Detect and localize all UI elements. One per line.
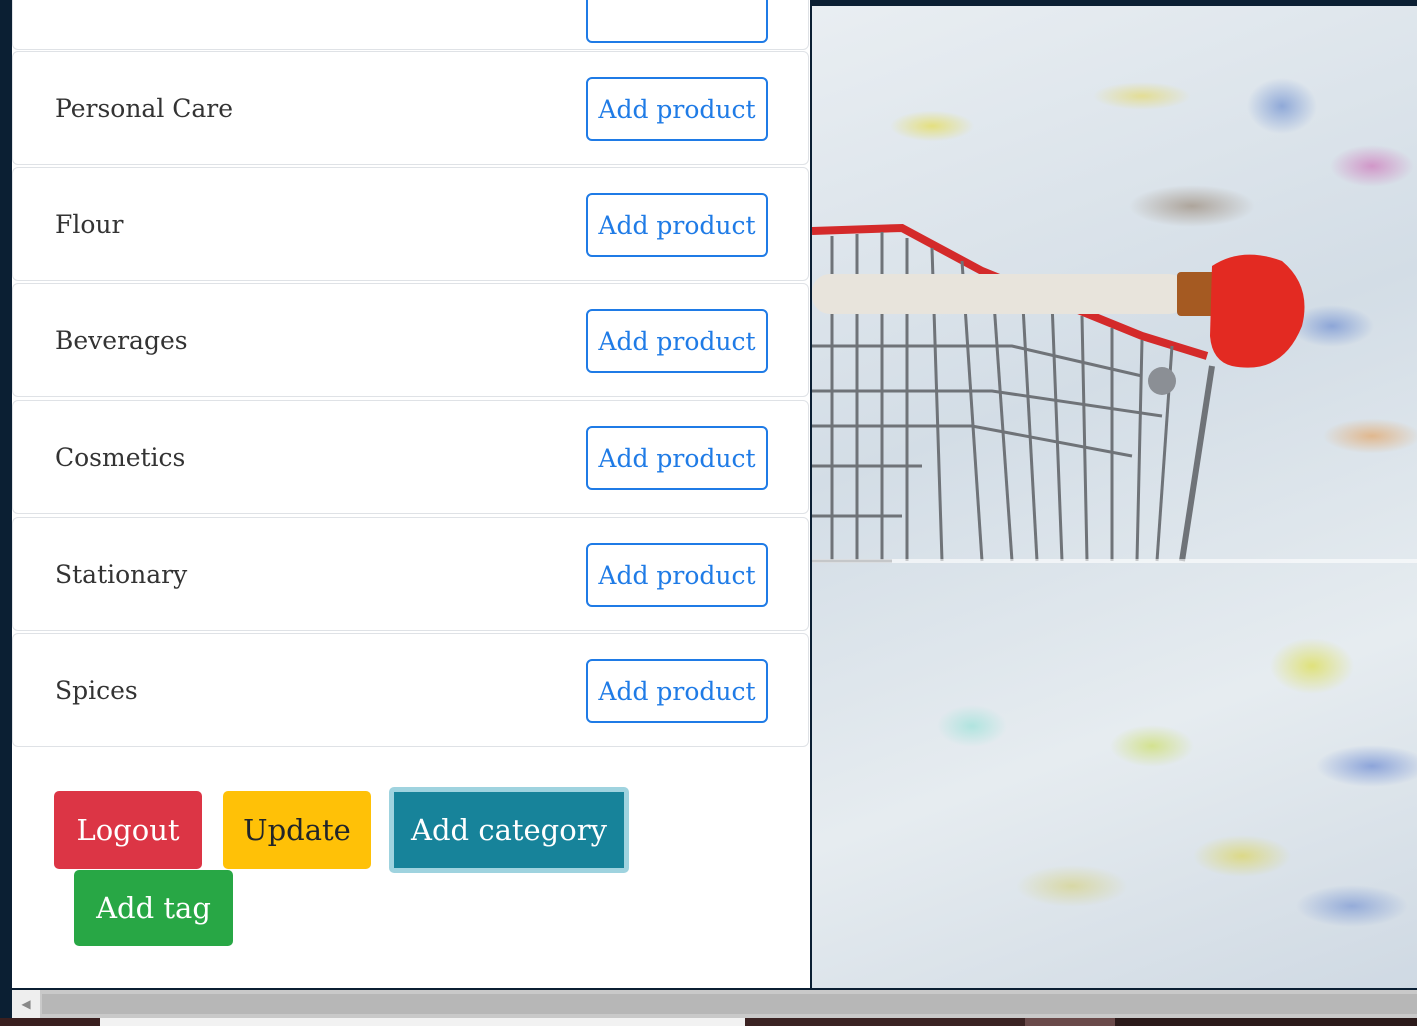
- taskbar-strip: [0, 1018, 1417, 1026]
- category-label: Flour: [55, 209, 124, 239]
- horizontal-scrollbar[interactable]: ◀: [12, 990, 1417, 1018]
- category-label: Personal Care: [55, 93, 234, 123]
- category-item-stationary: Stationary Add product: [12, 517, 809, 631]
- category-label: Stationary: [55, 559, 188, 589]
- add-product-button[interactable]: Add product: [586, 77, 768, 141]
- category-item-cosmetics: Cosmetics Add product: [12, 400, 809, 514]
- supermarket-background-image: [812, 6, 1417, 988]
- logout-button[interactable]: Logout: [54, 791, 202, 869]
- update-button[interactable]: Update: [223, 791, 371, 869]
- scroll-left-arrow-icon[interactable]: ◀: [12, 990, 40, 1018]
- category-label: Spices: [55, 675, 138, 705]
- add-category-button[interactable]: Add category: [389, 787, 629, 873]
- category-item-partial: [12, 0, 809, 50]
- category-item-spices: Spices Add product: [12, 633, 809, 747]
- category-label: Beverages: [55, 325, 188, 355]
- category-label: Cosmetics: [55, 442, 186, 472]
- category-item-personal-care: Personal Care Add product: [12, 51, 809, 165]
- scrollbar-thumb[interactable]: [42, 994, 1417, 1014]
- add-product-button[interactable]: Add product: [586, 193, 768, 257]
- add-product-button[interactable]: Add product: [586, 309, 768, 373]
- add-tag-button[interactable]: Add tag: [74, 870, 233, 946]
- add-product-button[interactable]: Add product: [586, 543, 768, 607]
- category-item-flour: Flour Add product: [12, 167, 809, 281]
- add-product-button[interactable]: Add product: [586, 426, 768, 490]
- category-panel: Personal Care Add product Flour Add prod…: [12, 0, 810, 988]
- add-product-button[interactable]: Add product: [586, 659, 768, 723]
- add-product-button[interactable]: [586, 0, 768, 43]
- image-seam: [812, 559, 1417, 563]
- shopping-cart-image: [812, 223, 1305, 563]
- category-item-beverages: Beverages Add product: [12, 283, 809, 397]
